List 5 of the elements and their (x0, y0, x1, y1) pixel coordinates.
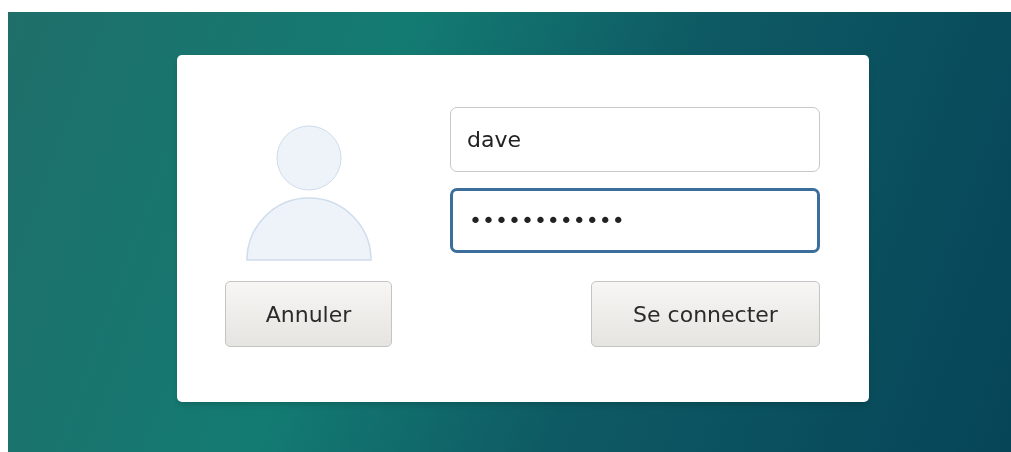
login-button[interactable]: Se connecter (591, 281, 820, 347)
input-field[interactable]: •••••••••••• (450, 188, 820, 253)
input-field[interactable]: dave (450, 107, 820, 172)
cancel-button[interactable]: Annuler (225, 281, 392, 347)
user-avatar-icon (246, 125, 372, 263)
